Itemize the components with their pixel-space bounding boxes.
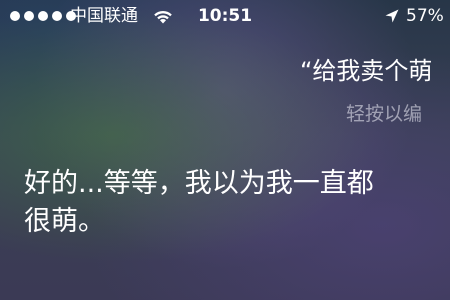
status-time: 10:51 (197, 6, 253, 26)
location-arrow-icon (385, 9, 399, 23)
status-bar: 中国联通 10:51 57% (0, 0, 450, 34)
siri-response: 好的...等等，我以为我一直都 很萌。 (24, 165, 450, 241)
siri-response-line: 好的...等等，我以为我一直都 (24, 168, 374, 199)
siri-response-line: 很萌。 (24, 206, 105, 237)
tap-to-edit-hint[interactable]: 轻按以编 (346, 101, 422, 127)
battery-percentage: 57% (406, 6, 444, 26)
user-query-text: “给我卖个萌 (300, 57, 433, 85)
